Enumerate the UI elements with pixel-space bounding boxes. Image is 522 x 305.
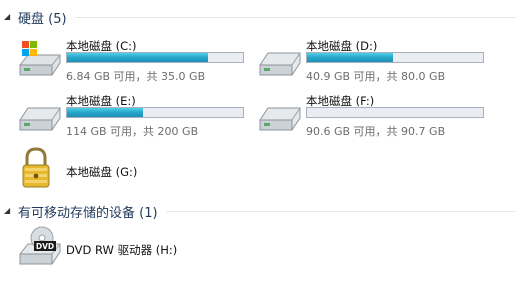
group-title: 有可移动存储的设备 (1): [18, 205, 158, 221]
drive-free-space: 114 GB 可用，共 200 GB: [66, 125, 199, 138]
usage-fill: [307, 53, 394, 62]
drive-usage-bar: [66, 52, 244, 63]
hard-drive-icon: [259, 52, 301, 76]
drive-free-space: 90.6 GB 可用，共 90.7 GB: [306, 125, 446, 138]
drive-usage-bar: [306, 52, 484, 63]
usage-fill: [67, 53, 208, 62]
drive-h-dvd[interactable]: DVD DVD RW 驱动器 (H:): [16, 224, 256, 270]
drive-free-space: 6.84 GB 可用，共 35.0 GB: [66, 70, 206, 83]
drive-g[interactable]: 本地磁盘 (G:): [16, 146, 256, 192]
windows-drive-icon: [19, 41, 61, 76]
drive-name: 本地磁盘 (G:): [66, 165, 138, 179]
drive-e[interactable]: 本地磁盘 (E:) 114 GB 可用，共 200 GB: [16, 92, 256, 138]
locked-drive-icon: [22, 147, 50, 188]
hard-drive-icon: [259, 107, 301, 131]
drive-d[interactable]: 本地磁盘 (D:) 40.9 GB 可用，共 80.0 GB: [256, 37, 496, 83]
group-title: 硬盘 (5): [18, 11, 67, 27]
drive-usage-bar: [66, 107, 244, 118]
drive-f[interactable]: 本地磁盘 (F:) 90.6 GB 可用，共 90.7 GB: [256, 92, 496, 138]
usage-fill: [67, 108, 143, 117]
hard-drive-icon: [19, 107, 61, 131]
group-divider: [74, 16, 516, 18]
drive-usage-bar: [306, 107, 484, 118]
drive-free-space: 40.9 GB 可用，共 80.0 GB: [306, 70, 446, 83]
drive-name: DVD RW 驱动器 (H:): [66, 243, 178, 257]
collapse-icon[interactable]: ◢: [4, 12, 14, 22]
drive-c[interactable]: 本地磁盘 (C:) 6.84 GB 可用，共 35.0 GB: [16, 37, 256, 83]
group-header-hard-disks[interactable]: ◢ 硬盘 (5): [0, 8, 522, 27]
collapse-icon[interactable]: ◢: [4, 206, 14, 216]
dvd-drive-icon: DVD: [19, 226, 61, 265]
group-divider: [165, 210, 516, 212]
group-header-removable[interactable]: ◢ 有可移动存储的设备 (1): [0, 202, 522, 221]
dvd-badge-text: DVD: [36, 242, 54, 251]
